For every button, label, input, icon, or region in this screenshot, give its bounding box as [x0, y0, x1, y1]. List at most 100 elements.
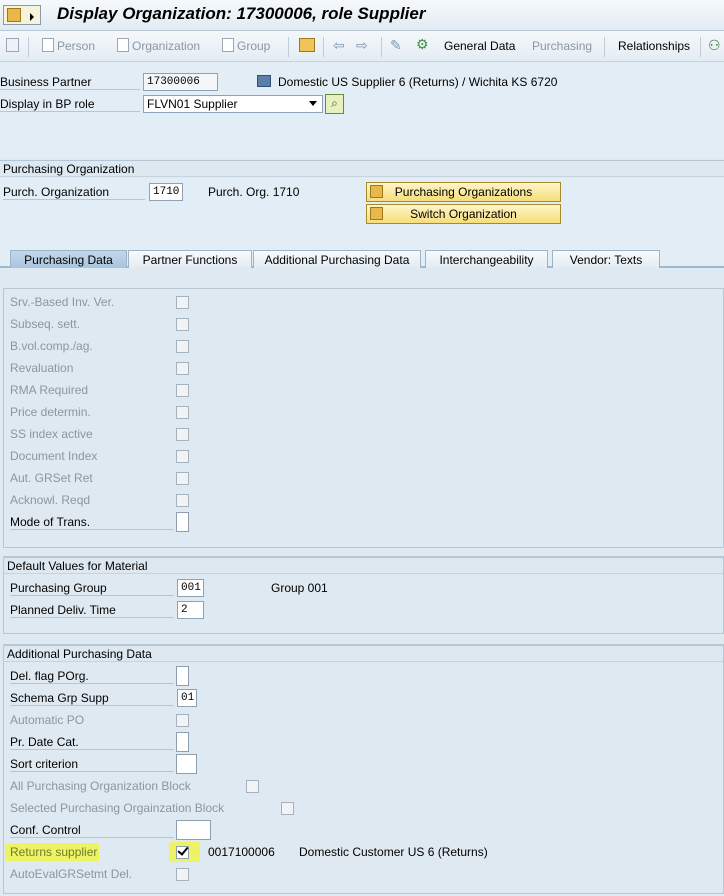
- schema-grp-label: Schema Grp Supp: [10, 691, 174, 706]
- role-dropdown[interactable]: FLVN01 Supplier: [143, 95, 323, 113]
- purch-org-field[interactable]: 1710: [149, 183, 183, 201]
- field-label: Document Index: [10, 449, 98, 463]
- back-arrow-icon[interactable]: ⇦: [333, 37, 345, 54]
- selected-purch-org-block-checkbox[interactable]: [281, 802, 294, 815]
- forward-arrow-icon[interactable]: ⇨: [356, 37, 368, 54]
- planned-deliv-label: Planned Deliv. Time: [10, 603, 174, 618]
- system-menu-button[interactable]: [3, 5, 41, 25]
- field-label: SS index active: [10, 427, 93, 441]
- partner-icon[interactable]: ⚇: [708, 37, 721, 54]
- tab-partner-functions[interactable]: Partner Functions: [128, 250, 252, 268]
- menu-list-icon[interactable]: [6, 38, 19, 52]
- group-doc-icon: [222, 38, 234, 52]
- person-doc-icon: [42, 38, 54, 52]
- sort-criterion-field[interactable]: [176, 754, 197, 774]
- person-button[interactable]: Person: [57, 39, 95, 53]
- pr-date-cat-label: Pr. Date Cat.: [10, 735, 174, 750]
- purchasing-organizations-button[interactable]: Purchasing Organizations: [366, 182, 561, 202]
- control-data-box: [3, 288, 724, 548]
- where-used-icon[interactable]: ⚙: [416, 36, 429, 53]
- mode-of-trans-label: Mode of Trans.: [10, 515, 174, 530]
- returns-customer-number: 0017100006: [208, 845, 275, 859]
- tab-purchasing-data[interactable]: Purchasing Data: [10, 250, 127, 268]
- field-label: Acknowl. Reqd: [10, 493, 91, 507]
- checkbox[interactable]: [176, 450, 189, 463]
- bp-field[interactable]: 17300006: [143, 73, 218, 91]
- execute-icon[interactable]: ⌕: [325, 94, 344, 114]
- group-button[interactable]: Group: [237, 39, 270, 53]
- toolbar-separator: [381, 37, 382, 57]
- checkbox[interactable]: [176, 428, 189, 441]
- open-folder-icon[interactable]: [299, 38, 315, 52]
- toolbar-separator: [700, 37, 701, 57]
- field-label: Srv.-Based Inv. Ver.: [10, 295, 115, 309]
- returns-supplier-checkbox[interactable]: [176, 844, 189, 859]
- auto-eval-label: AutoEvalGRSetmt Del.: [10, 867, 133, 881]
- checkbox[interactable]: [176, 494, 189, 507]
- bp-label: Business Partner: [0, 75, 140, 90]
- purchasing-group-label: Purchasing Group: [10, 581, 174, 596]
- planned-deliv-field[interactable]: 2: [177, 601, 204, 619]
- tab-interchangeability[interactable]: Interchangeability: [425, 250, 548, 268]
- switch-icon[interactable]: ✎: [390, 37, 402, 54]
- del-flag-field[interactable]: [176, 666, 189, 686]
- switch-organization-button[interactable]: Switch Organization: [366, 204, 561, 224]
- switch-organization-label: Switch Organization: [410, 207, 517, 221]
- organization-doc-icon: [117, 38, 129, 52]
- toolbar-separator: [323, 37, 324, 57]
- schema-grp-field[interactable]: 01: [177, 689, 197, 707]
- organization-button[interactable]: Organization: [132, 39, 200, 53]
- window-title: Display Organization: 17300006, role Sup…: [57, 4, 426, 23]
- tab-additional-purchasing-data[interactable]: Additional Purchasing Data: [253, 250, 421, 268]
- auto-eval-checkbox[interactable]: [176, 868, 189, 881]
- bp-description: Domestic US Supplier 6 (Returns) / Wichi…: [278, 75, 558, 89]
- additional-purchasing-title: Additional Purchasing Data: [4, 645, 723, 662]
- relationships-button[interactable]: Relationships: [618, 39, 690, 53]
- field-label: Subseq. sett.: [10, 317, 81, 331]
- checkbox[interactable]: [176, 472, 189, 485]
- factory-icon: [257, 75, 271, 87]
- mode-of-trans-field[interactable]: [176, 512, 189, 532]
- toolbar-separator: [28, 37, 29, 57]
- field-label: RMA Required: [10, 383, 89, 397]
- checkbox[interactable]: [176, 362, 189, 375]
- returns-customer-description: Domestic Customer US 6 (Returns): [299, 845, 488, 859]
- org-list-icon: [370, 185, 383, 198]
- conf-control-label: Conf. Control: [10, 823, 174, 838]
- chevron-down-icon[interactable]: [309, 101, 317, 106]
- role-label: Display in BP role: [0, 97, 140, 112]
- automatic-po-label: Automatic PO: [10, 713, 85, 727]
- toolbar-separator: [604, 37, 605, 57]
- checkmark-icon: [177, 844, 189, 856]
- conf-control-field[interactable]: [176, 820, 211, 840]
- purch-org-label: Purch. Organization: [3, 185, 145, 200]
- selected-purch-org-block-label: Selected Purchasing Orgainzation Block: [10, 801, 225, 815]
- default-values-title: Default Values for Material: [4, 557, 723, 574]
- purchasing-group-description: Group 001: [271, 581, 328, 595]
- all-purch-org-block-label: All Purchasing Organization Block: [10, 779, 191, 793]
- field-label: Price determin.: [10, 405, 91, 419]
- checkbox[interactable]: [176, 318, 189, 331]
- purch-org-description: Purch. Org. 1710: [208, 185, 300, 199]
- checkbox[interactable]: [176, 296, 189, 309]
- menu-arrow-icon: [30, 13, 34, 21]
- purchasing-organizations-label: Purchasing Organizations: [394, 185, 533, 199]
- switch-icon: [370, 207, 383, 220]
- returns-supplier-label: Returns supplier: [10, 845, 98, 859]
- del-flag-label: Del. flag POrg.: [10, 669, 174, 684]
- checkbox[interactable]: [176, 406, 189, 419]
- toolbar-separator: [288, 37, 289, 57]
- checkbox[interactable]: [176, 384, 189, 397]
- pr-date-cat-field[interactable]: [176, 732, 189, 752]
- field-label: B.vol.comp./ag.: [10, 339, 93, 353]
- purch-org-section-title: Purchasing Organization: [0, 160, 724, 177]
- field-label: Aut. GRSet Ret: [10, 471, 93, 485]
- checkbox[interactable]: [176, 340, 189, 353]
- all-purch-org-block-checkbox[interactable]: [246, 780, 259, 793]
- purchasing-group-field[interactable]: 001: [177, 579, 204, 597]
- tab-vendor-texts[interactable]: Vendor: Texts: [552, 250, 660, 268]
- automatic-po-checkbox[interactable]: [176, 714, 189, 727]
- system-menu-icon: [7, 8, 21, 22]
- general-data-button[interactable]: General Data: [444, 39, 515, 53]
- purchasing-button[interactable]: Purchasing: [532, 39, 592, 53]
